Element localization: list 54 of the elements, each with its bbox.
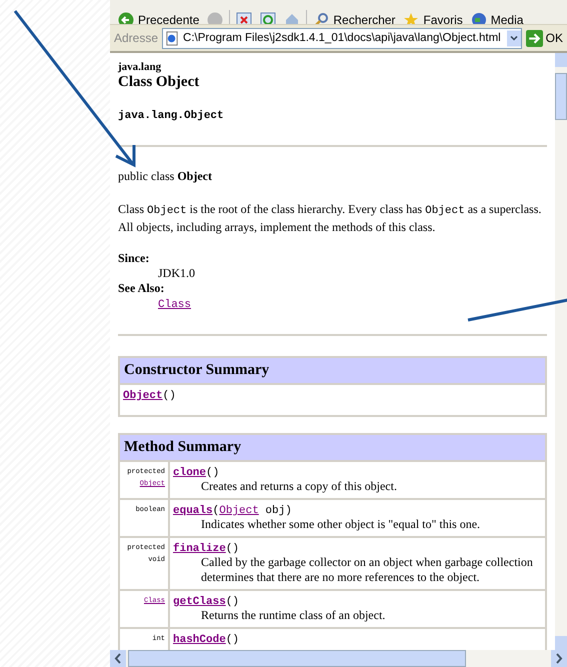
class-title: Class Object [118, 74, 200, 91]
refresh-icon [260, 12, 276, 24]
search-button[interactable]: Rechercher [311, 12, 398, 24]
method-link[interactable]: getClass [173, 596, 226, 608]
page-icon [165, 30, 180, 46]
signature-text: () [162, 390, 176, 402]
arrow-icon [526, 30, 543, 46]
stop-button[interactable] [234, 12, 254, 24]
since-value: JDK1.0 [157, 266, 196, 281]
since-label: Since: [118, 251, 150, 266]
signature-text: () [226, 543, 240, 555]
back-icon [118, 12, 134, 24]
star-icon [403, 12, 420, 24]
type-link[interactable]: Object [219, 505, 259, 517]
back-button[interactable]: Precedente [116, 12, 202, 24]
signature-text: () [226, 634, 240, 646]
forward-icon [207, 12, 224, 24]
method-link[interactable]: equals [173, 505, 213, 517]
address-field[interactable]: C:\Program Files\j2sdk1.4.1_01\docs\api\java\lang\Object.html [162, 28, 522, 48]
see-also-label: See Also: [118, 281, 166, 296]
method-description: Called by the garbage collector on an object when garbage collection determines that there are no more references to the object. [200, 555, 534, 585]
refresh-button[interactable] [258, 12, 278, 24]
signature-text: () [206, 467, 220, 479]
signature-text: ( [212, 505, 220, 517]
horizontal-scrollbar[interactable] [110, 650, 567, 667]
stop-icon [236, 12, 252, 24]
table-header: Constructor Summary [119, 357, 546, 384]
class-hierarchy: java.lang.Object [118, 110, 225, 122]
package-name: java.lang [118, 61, 162, 73]
search-icon [313, 12, 330, 24]
globe-icon [470, 12, 487, 24]
method-description: Indicates whether some other object is "equal to" this one. [200, 517, 482, 532]
media-button[interactable]: Media [468, 12, 526, 24]
class-declaration: public class Object [118, 169, 213, 184]
scroll-left-button[interactable] [110, 650, 126, 667]
signature-text: () [226, 596, 240, 608]
method-link[interactable]: finalize [173, 543, 226, 555]
constructor-link[interactable]: Object [123, 390, 163, 402]
go-button[interactable]: OK [526, 30, 563, 46]
favorites-button[interactable]: Favoris [401, 12, 465, 24]
class-description: Class Object is the root of the class hierarchy. Every class has Object as a superclass. All objects, including arrays, implement the methods of this class. [118, 201, 542, 235]
method-link[interactable]: hashCode [173, 634, 226, 646]
address-label: Adresse [114, 31, 158, 45]
method-description: Creates and returns a copy of this object. [200, 479, 398, 494]
vertical-scrollbar[interactable] [555, 53, 567, 650]
table-header: Method Summary [119, 434, 546, 461]
method-description: Returns the runtime class of an object. [200, 608, 386, 623]
class-link[interactable]: Class [158, 299, 192, 311]
forward-button[interactable] [205, 12, 226, 24]
home-icon [284, 12, 300, 24]
dropdown-icon[interactable] [506, 30, 521, 46]
signature-text: obj) [264, 505, 292, 517]
method-link[interactable]: clone [173, 467, 206, 479]
scroll-right-button[interactable] [551, 650, 567, 667]
